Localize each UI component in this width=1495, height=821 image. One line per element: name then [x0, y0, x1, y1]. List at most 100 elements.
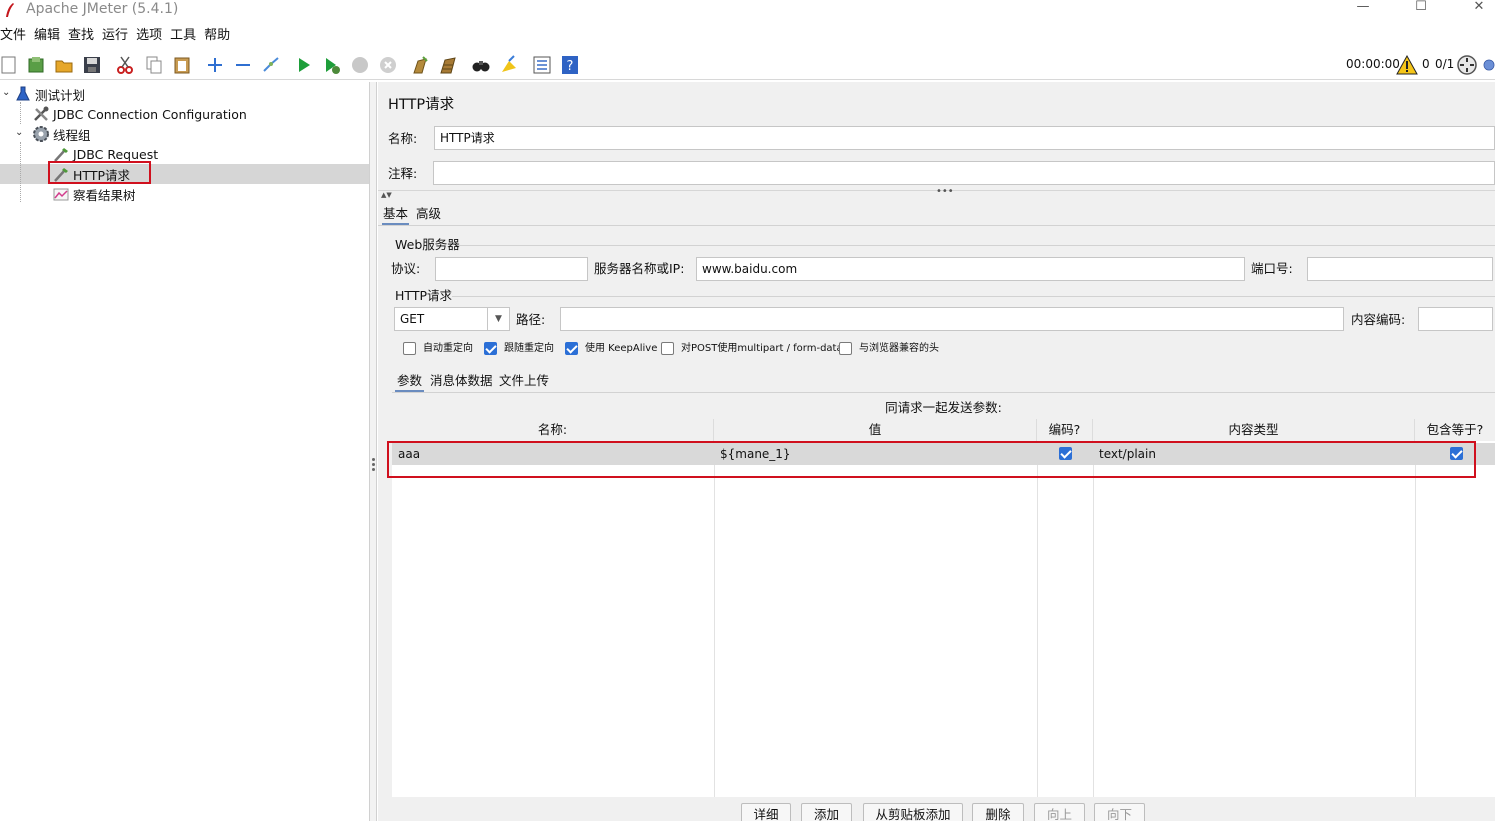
- tab-parameters[interactable]: 参数: [395, 372, 425, 392]
- column-header-content-type[interactable]: 内容类型: [1093, 419, 1415, 441]
- sampler-pipette-icon: [52, 165, 70, 183]
- page-title: HTTP请求: [388, 97, 455, 113]
- tab-advanced[interactable]: 高级: [415, 205, 442, 223]
- name-label: 名称:: [388, 131, 418, 146]
- menu-options[interactable]: 选项: [132, 26, 166, 46]
- listener-graph-icon: [52, 185, 70, 203]
- port-field[interactable]: [1307, 257, 1493, 281]
- multipart-checkbox[interactable]: [661, 342, 674, 355]
- reset-search-icon[interactable]: [498, 54, 520, 76]
- toggle-icon[interactable]: [260, 54, 282, 76]
- group-border: [452, 296, 1495, 297]
- content-encoding-field[interactable]: [1418, 307, 1493, 331]
- column-divider: [1037, 441, 1038, 797]
- svg-text:?: ?: [567, 59, 574, 74]
- open-icon[interactable]: [53, 54, 75, 76]
- search-icon[interactable]: [470, 54, 492, 76]
- maximize-button[interactable]: ☐: [1410, 0, 1432, 16]
- server-name-field[interactable]: www.baidu.com: [696, 257, 1245, 281]
- start-no-pause-icon[interactable]: [321, 54, 343, 76]
- chevron-down-icon[interactable]: ⌄: [15, 128, 25, 138]
- follow-redirects-checkbox[interactable]: [484, 342, 497, 355]
- tree-node-jdbc-connection-configuration[interactable]: JDBC Connection Configuration: [32, 104, 247, 124]
- table-row[interactable]: aaa ${mane_1} text/plain: [392, 443, 1495, 465]
- chevron-down-icon[interactable]: ⌄: [2, 88, 12, 98]
- tree-node-jdbc-request[interactable]: JDBC Request: [52, 144, 158, 164]
- encode-checkbox[interactable]: [1059, 447, 1072, 460]
- close-button[interactable]: ✕: [1468, 0, 1490, 16]
- clear-all-icon[interactable]: [437, 54, 459, 76]
- menu-edit[interactable]: 编辑: [30, 26, 64, 46]
- elapsed-timer: 00:00:00: [1346, 57, 1400, 71]
- protocol-field[interactable]: [435, 257, 588, 281]
- browser-compatible-headers-checkbox[interactable]: [839, 342, 852, 355]
- tab-basic[interactable]: 基本: [382, 205, 410, 225]
- column-header-value[interactable]: 值: [714, 419, 1037, 441]
- move-down-button[interactable]: 向下: [1094, 803, 1145, 821]
- minimize-button[interactable]: —: [1352, 0, 1374, 16]
- tab-files-upload[interactable]: 文件上传: [498, 372, 550, 390]
- delete-button[interactable]: 删除: [972, 803, 1024, 821]
- split-pane-divider[interactable]: [369, 82, 377, 821]
- cell-name[interactable]: aaa: [392, 443, 714, 465]
- collapse-arrows-icon[interactable]: ▲▼: [381, 191, 392, 199]
- menu-help[interactable]: 帮助: [200, 26, 234, 46]
- add-button[interactable]: 添加: [801, 803, 852, 821]
- path-label: 路径:: [516, 312, 546, 327]
- function-helper-icon[interactable]: [531, 54, 553, 76]
- collapse-icon[interactable]: [232, 54, 254, 76]
- warning-count: 0: [1422, 57, 1430, 71]
- new-icon[interactable]: [0, 54, 20, 76]
- add-from-clipboard-button[interactable]: 从剪贴板添加: [863, 803, 963, 821]
- collapse-divider[interactable]: ▲▼ •••: [378, 187, 1495, 199]
- divider-grip-icon[interactable]: •••: [936, 187, 954, 197]
- paste-icon[interactable]: [171, 54, 193, 76]
- chevron-down-icon[interactable]: ▼: [487, 308, 509, 330]
- config-tools-icon: [32, 105, 50, 123]
- copy-icon[interactable]: [143, 54, 165, 76]
- menu-run[interactable]: 运行: [98, 26, 132, 46]
- menu-tools[interactable]: 工具: [166, 26, 200, 46]
- auto-redirect-checkbox[interactable]: [403, 342, 416, 355]
- follow-redirects-label: 跟随重定向: [504, 343, 554, 354]
- tree-node-thread-group[interactable]: 线程组: [32, 124, 91, 144]
- templates-icon[interactable]: [25, 54, 47, 76]
- tree-node-label: 测试计划: [35, 87, 86, 103]
- warning-icon[interactable]: [1396, 55, 1418, 75]
- cell-content-type[interactable]: text/plain: [1093, 443, 1415, 465]
- comment-field[interactable]: [433, 161, 1495, 185]
- keepalive-checkbox[interactable]: [565, 342, 578, 355]
- column-header-include-equals[interactable]: 包含等于?: [1415, 419, 1495, 441]
- cell-value[interactable]: ${mane_1}: [714, 443, 1037, 465]
- name-field[interactable]: HTTP请求: [434, 126, 1495, 150]
- path-field[interactable]: [560, 307, 1344, 331]
- clear-icon[interactable]: [409, 54, 431, 76]
- method-value: GET: [400, 312, 425, 326]
- column-header-encode[interactable]: 编码?: [1037, 419, 1093, 441]
- tree-node-test-plan[interactable]: 测试计划: [14, 84, 85, 104]
- tree-node-http-request[interactable]: HTTP请求: [52, 164, 130, 184]
- window-title: Apache JMeter (5.4.1): [26, 1, 179, 17]
- move-up-button[interactable]: 向上: [1034, 803, 1085, 821]
- tree-node-view-results-tree[interactable]: 察看结果树: [52, 184, 136, 204]
- save-icon[interactable]: [81, 54, 103, 76]
- parameters-table[interactable]: 名称: 值 编码? 内容类型 包含等于? aaa ${mane_1} text/…: [392, 419, 1495, 797]
- cut-icon[interactable]: [114, 54, 136, 76]
- toolbar: ?: [0, 50, 1495, 80]
- tree-node-label: JDBC Request: [73, 146, 159, 162]
- menu-file[interactable]: 文件: [0, 26, 30, 46]
- menu-search[interactable]: 查找: [64, 26, 98, 46]
- tab-underline: [378, 225, 1495, 226]
- expand-icon[interactable]: [204, 54, 226, 76]
- detail-button[interactable]: 详细: [741, 803, 791, 821]
- include-equals-checkbox[interactable]: [1450, 447, 1463, 460]
- help-icon[interactable]: ?: [559, 54, 581, 76]
- shutdown-icon[interactable]: [377, 54, 399, 76]
- start-icon[interactable]: [293, 54, 315, 76]
- stop-icon[interactable]: [349, 54, 371, 76]
- method-select[interactable]: GET ▼: [394, 307, 510, 331]
- jmeter-feather-icon: [6, 3, 14, 17]
- column-header-name[interactable]: 名称:: [392, 419, 714, 441]
- multipart-label: 对POST使用multipart / form-data: [681, 343, 843, 354]
- tab-body-data[interactable]: 消息体数据: [429, 372, 494, 390]
